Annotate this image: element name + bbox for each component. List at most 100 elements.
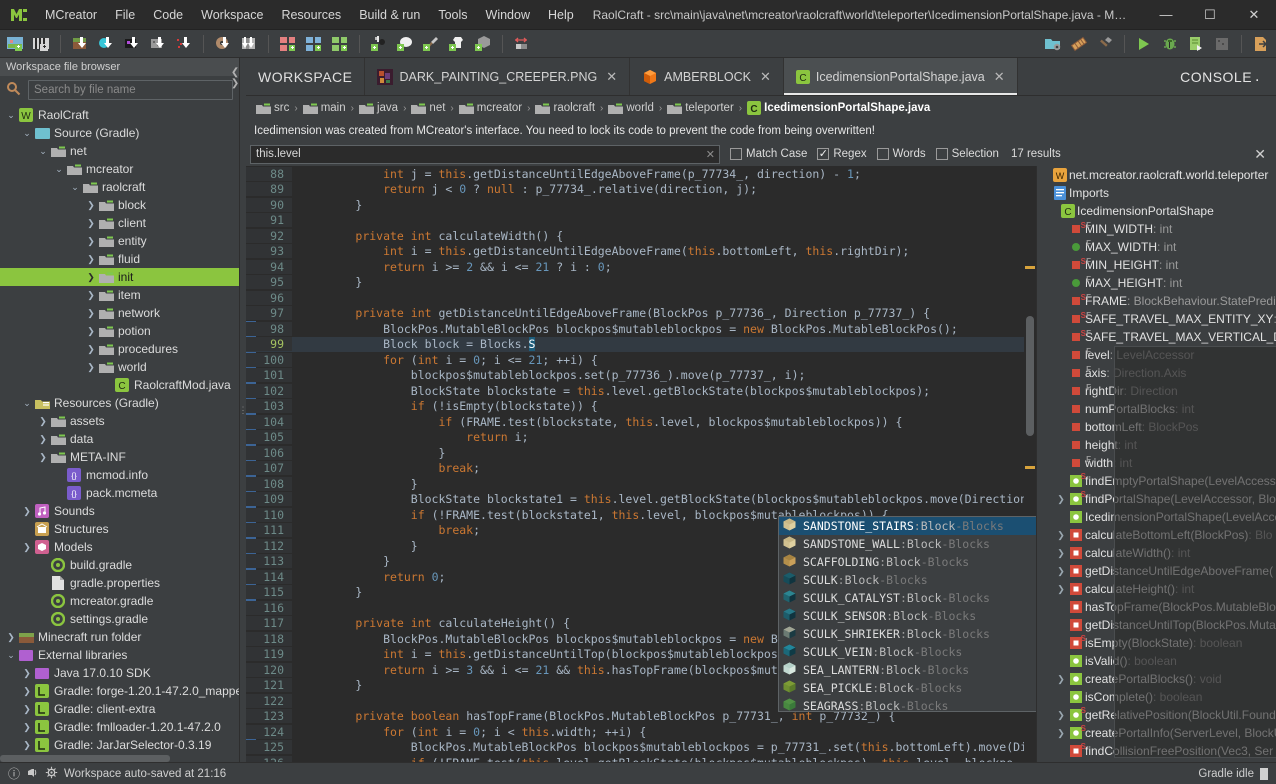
code-line[interactable]: 102 BlockState blockstate = this.level.g… <box>246 383 1036 399</box>
animation-maker-icon[interactable] <box>30 33 52 55</box>
menu-tools[interactable]: Tools <box>429 3 476 27</box>
breadcrumb-item-main[interactable]: main <box>301 101 348 116</box>
workspace-settings-icon[interactable] <box>1042 33 1064 55</box>
chevron-right-icon[interactable]: ❯ <box>20 722 34 733</box>
outline-item-icedimensionportalshape[interactable]: C IcedimensionPortalShape <box>1037 202 1276 220</box>
file-tree[interactable]: ⌄ W RaolCraft ⌄ Source (Gradle) ⌄ net ⌄ mcreator… <box>0 104 239 762</box>
tree-item-mcreator[interactable]: ⌄ mcreator <box>0 160 239 178</box>
stop-icon[interactable] <box>1211 33 1233 55</box>
outline-item-safe-travel-max-vertical-delt[interactable]: SFSAFE_TRAVEL_MAX_VERTICAL_DELT. <box>1037 328 1276 346</box>
chevron-right-icon[interactable]: ❯ <box>20 686 34 697</box>
code-line[interactable]: 126 if (!FRAME.test(this.level.getBlockS… <box>246 755 1036 762</box>
chevron-down-icon[interactable]: ⌄ <box>20 398 34 409</box>
tree-item-potion[interactable]: ❯ potion <box>0 322 239 340</box>
autocomplete-item[interactable]: SCULK_CATALYST : Block - Blocks <box>779 589 1036 607</box>
breadcrumb-item-src[interactable]: src <box>254 101 291 116</box>
option-words[interactable]: Words <box>876 148 926 160</box>
chevron-down-icon[interactable]: ⌄ <box>20 128 34 139</box>
outline-item-max-height[interactable]: F MAX_HEIGHT : int <box>1037 274 1276 292</box>
code-line[interactable]: 98 BlockPos.MutableBlockPos blockpos$mut… <box>246 321 1036 337</box>
tab-amberblock[interactable]: AMBERBLOCK ✕ <box>630 58 784 95</box>
chevron-right-icon[interactable]: ❯ <box>84 272 98 283</box>
chevron-right-icon[interactable]: ❯ <box>1055 530 1067 541</box>
tree-item-client[interactable]: ❯ client <box>0 214 239 232</box>
info-icon[interactable]: ⓘ <box>8 765 20 782</box>
new-mod-element-green-icon[interactable] <box>329 33 351 55</box>
tree-item-net[interactable]: ⌄ net <box>0 142 239 160</box>
tree-item-source-gradle[interactable]: ⌄ Source (Gradle) <box>0 124 239 142</box>
option-selection[interactable]: Selection <box>935 148 999 160</box>
autocomplete-popup[interactable]: SANDSTONE_STAIRS : Block - Blocks SANDSTO… <box>778 516 1036 712</box>
menu-file[interactable]: File <box>106 3 144 27</box>
tree-item-pack-mcmeta[interactable]: {} pack.mcmeta <box>0 484 239 502</box>
autocomplete-item[interactable]: SCULK_SHRIEKER : Block - Blocks <box>779 625 1036 643</box>
add-loot-table-icon[interactable] <box>394 33 416 55</box>
code-line[interactable]: 97 private int getDistanceUntilEdgeAbove… <box>246 306 1036 322</box>
import-particle-texture-icon[interactable] <box>173 33 195 55</box>
code-line[interactable]: 96 <box>246 290 1036 306</box>
chevron-right-icon[interactable]: ❯ <box>1055 728 1067 739</box>
chevron-right-icon[interactable]: ❯ <box>84 344 98 355</box>
gear-icon[interactable] <box>45 766 58 782</box>
tree-item-fluid[interactable]: ❯ fluid <box>0 250 239 268</box>
code-line[interactable]: 95 } <box>246 275 1036 291</box>
code-line[interactable]: 91 <box>246 213 1036 229</box>
tree-item-minecraft-run-folder[interactable]: ❯ Minecraft run folder <box>0 628 239 646</box>
add-tool-icon[interactable] <box>420 33 442 55</box>
autocomplete-item[interactable]: SEA_PICKLE : Block - Blocks <box>779 679 1036 697</box>
add-armor-icon[interactable] <box>446 33 468 55</box>
close-tab-icon[interactable]: ✕ <box>606 69 617 85</box>
menu-build-run[interactable]: Build & run <box>350 3 429 27</box>
search-input[interactable] <box>28 80 233 100</box>
new-mod-element-blue-icon[interactable] <box>303 33 325 55</box>
outline-item-rightdir[interactable]: FrightDir : Direction <box>1037 382 1276 400</box>
chevron-right-icon[interactable]: ❯ <box>84 200 98 211</box>
tree-item-world[interactable]: ❯ world <box>0 358 239 376</box>
tree-item-network[interactable]: ❯ network <box>0 304 239 322</box>
code-line[interactable]: 125 BlockPos.MutableBlockPos blockpos$mu… <box>246 740 1036 756</box>
tree-item-gradle-client-extra[interactable]: ❯ Gradle: client-extra <box>0 700 239 718</box>
export-icon[interactable] <box>1250 33 1272 55</box>
code-line[interactable]: 90 } <box>246 197 1036 213</box>
code-outline-panel[interactable]: Wnet.mcreator.raolcraft.world.teleporter… <box>1036 166 1276 762</box>
tree-item-structures[interactable]: Structures <box>0 520 239 538</box>
outline-item-icedimensionportalshape-levelacce[interactable]: IcedimensionPortalShape(LevelAcce <box>1037 508 1276 526</box>
chevron-down-icon[interactable]: ⌄ <box>4 110 18 121</box>
find-input-wrap[interactable]: ✕ <box>250 144 720 164</box>
chevron-right-icon[interactable]: ❯ <box>1055 548 1067 559</box>
words-checkbox[interactable] <box>876 148 889 160</box>
outline-item-numportalblocks[interactable]: numPortalBlocks : int <box>1037 400 1276 418</box>
tree-item-sounds[interactable]: ❯ Sounds <box>0 502 239 520</box>
chevron-right-icon[interactable]: ❯ <box>20 542 34 553</box>
chevron-down-icon[interactable]: ⌄ <box>36 146 50 157</box>
outline-item-calculateheight[interactable]: ❯ calculateHeight() : int <box>1037 580 1276 598</box>
chevron-right-icon[interactable]: ❯ <box>84 290 98 301</box>
tree-item-settings-gradle[interactable]: settings.gradle <box>0 610 239 628</box>
outline-item-createportalinfo-serverlevel-blocku[interactable]: ❯ ScreatePortalInfo(ServerLevel, BlockU <box>1037 724 1276 742</box>
outline-item-height[interactable]: height : int <box>1037 436 1276 454</box>
outline-item-axis[interactable]: Faxis : Direction.Axis <box>1037 364 1276 382</box>
chevron-right-icon[interactable]: ❯ <box>20 506 34 517</box>
import-structure-icon[interactable] <box>238 33 260 55</box>
tree-item-build-gradle[interactable]: build.gradle <box>0 556 239 574</box>
run-client-icon[interactable] <box>1133 33 1155 55</box>
code-line[interactable]: 109 BlockState blockstate1 = this.level.… <box>246 492 1036 508</box>
outline-item-isvalid[interactable]: isValid() : boolean <box>1037 652 1276 670</box>
chevron-down-icon[interactable]: ⌄ <box>68 182 82 193</box>
notification-icon[interactable] <box>26 766 39 782</box>
code-line[interactable]: 103 if (!isEmpty(blockstate)) { <box>246 399 1036 415</box>
match-case-checkbox[interactable] <box>730 148 742 160</box>
code-line[interactable]: 124 for (int i = 0; i < this.width; ++i)… <box>246 724 1036 740</box>
new-texture-icon[interactable] <box>4 33 26 55</box>
breadcrumb-item-mcreator[interactable]: mcreator <box>457 101 524 116</box>
code-line[interactable]: 94 return i >= 2 && i <= 21 ? i : 0; <box>246 259 1036 275</box>
outline-item-hastopframe-blockpos-mutableblo[interactable]: hasTopFrame(BlockPos.MutableBlo <box>1037 598 1276 616</box>
close-button[interactable]: ✕ <box>1232 0 1276 30</box>
code-line[interactable]: 105 return i; <box>246 430 1036 446</box>
chevron-right-icon[interactable]: ❯ <box>20 668 34 679</box>
autocomplete-item[interactable]: SCULK : Block - Blocks <box>779 571 1036 589</box>
autocomplete-item[interactable]: SCULK_SENSOR : Block - Blocks <box>779 607 1036 625</box>
outline-item-width[interactable]: Fwidth : int <box>1037 454 1276 472</box>
code-line[interactable]: 99 Block block = Blocks.S <box>246 336 1036 352</box>
code-line[interactable]: 89 return j < 0 ? null : p_77734_.relati… <box>246 182 1036 198</box>
